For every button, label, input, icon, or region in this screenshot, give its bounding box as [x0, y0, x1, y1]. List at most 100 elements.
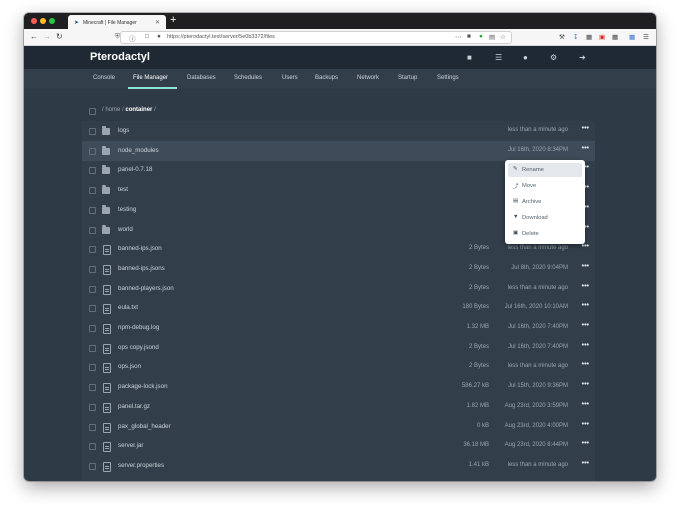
- row-checkbox[interactable]: [89, 423, 96, 431]
- file-name[interactable]: server.properties: [118, 462, 164, 469]
- file-row[interactable]: npm-debug.log 1.32 MB Jul 16th, 2020 7:40P…: [82, 318, 595, 338]
- file-name[interactable]: pax_global_header: [118, 423, 171, 430]
- file-name[interactable]: banned-players.json: [118, 285, 174, 292]
- file-name[interactable]: panel.tar.gz: [118, 403, 150, 410]
- row-checkbox[interactable]: [89, 462, 96, 470]
- row-checkbox[interactable]: [89, 167, 96, 175]
- extension-icon[interactable]: □: [145, 33, 149, 40]
- context-menu-archive[interactable]: ▤ Archive: [508, 195, 582, 209]
- zoom-window-button[interactable]: [49, 18, 55, 24]
- file-row[interactable]: banned-players.json 2 Bytes less than a mi…: [82, 279, 595, 299]
- info-icon[interactable]: ⓘ: [129, 33, 136, 43]
- row-checkbox[interactable]: [89, 364, 96, 372]
- translate-icon[interactable]: ▤: [489, 33, 495, 41]
- context-menu-download[interactable]: ▼ Download: [508, 211, 582, 225]
- minimize-window-button[interactable]: [40, 18, 46, 24]
- hamburger-menu-icon[interactable]: ☰: [643, 33, 649, 41]
- layers-icon[interactable]: ☰: [495, 53, 502, 62]
- file-name[interactable]: ops copy.jsond: [118, 344, 159, 351]
- row-checkbox[interactable]: [89, 325, 96, 332]
- breadcrumb-home[interactable]: home: [105, 107, 120, 113]
- context-menu-delete[interactable]: ▣ Delete: [508, 227, 582, 241]
- file-name[interactable]: package-lock.json: [118, 383, 168, 390]
- tab-databases[interactable]: Databases: [187, 75, 216, 81]
- reload-button[interactable]: ↻: [56, 32, 63, 42]
- row-checkbox[interactable]: [89, 246, 96, 254]
- row-checkbox[interactable]: [89, 384, 96, 392]
- download-toolbar-icon[interactable]: ↧: [573, 33, 578, 41]
- row-checkbox[interactable]: [89, 265, 96, 273]
- row-checkbox[interactable]: [89, 305, 96, 313]
- tools-icon[interactable]: ⚒: [559, 33, 565, 41]
- more-actions-icon[interactable]: •••: [582, 243, 589, 250]
- more-actions-icon[interactable]: •••: [582, 381, 589, 388]
- more-actions-icon[interactable]: •••: [582, 460, 589, 467]
- more-actions-icon[interactable]: •••: [582, 440, 589, 447]
- file-row[interactable]: ops.json 2 Bytes less than a minute ago •••: [82, 357, 595, 377]
- context-menu-move[interactable]: ⤴ Move: [508, 179, 582, 193]
- tab-backups[interactable]: Backups: [315, 75, 338, 81]
- file-row[interactable]: ops copy.jsond 2 Bytes Jul 16th, 2020 7:40…: [82, 338, 595, 358]
- file-name[interactable]: banned-ips.jsons: [118, 265, 165, 272]
- lock-icon[interactable]: ●: [157, 33, 161, 40]
- file-row[interactable]: pax_global_header 0 kB Aug 23rd, 2020 4:00…: [82, 417, 595, 437]
- file-row[interactable]: server.jar 36.18 MB Aug 23rd, 2020 8:44PM •…: [82, 436, 595, 456]
- file-name[interactable]: banned-ips.json: [118, 245, 162, 252]
- file-name[interactable]: logs: [118, 127, 129, 134]
- logout-icon[interactable]: ➜: [579, 53, 586, 62]
- file-name[interactable]: ops.json: [118, 363, 141, 370]
- account-icon[interactable]: ●: [523, 53, 528, 62]
- shield-icon[interactable]: ⛨: [115, 33, 120, 41]
- context-menu-rename[interactable]: ✎ Rename: [508, 163, 582, 177]
- select-all-checkbox[interactable]: [89, 108, 96, 115]
- app-logo[interactable]: Pterodactyl: [90, 51, 150, 63]
- row-checkbox[interactable]: [89, 285, 96, 293]
- addon-green-icon[interactable]: ●: [479, 33, 483, 40]
- grid-icon[interactable]: ▦: [612, 33, 618, 41]
- row-checkbox[interactable]: [89, 344, 96, 352]
- more-actions-icon[interactable]: •••: [582, 401, 589, 408]
- more-actions-icon[interactable]: •••: [582, 421, 589, 428]
- more-actions-icon[interactable]: •••: [582, 125, 589, 132]
- tab-users[interactable]: Users: [282, 75, 298, 81]
- file-name[interactable]: world: [118, 226, 133, 233]
- file-name[interactable]: testing: [118, 206, 136, 213]
- page-actions-icon[interactable]: ⋯: [455, 33, 462, 41]
- settings-gear-icon[interactable]: ⚙: [550, 53, 557, 62]
- tab-schedules[interactable]: Schedules: [234, 75, 262, 81]
- tab-settings[interactable]: Settings: [437, 75, 459, 81]
- row-checkbox[interactable]: [89, 403, 96, 411]
- file-row[interactable]: panel.tar.gz 1.82 MB Aug 23rd, 2020 3:59PM…: [82, 397, 595, 417]
- row-checkbox[interactable]: [89, 147, 96, 155]
- file-row[interactable]: banned-ips.jsons 2 Bytes Jul 8th, 2020 9:0…: [82, 259, 595, 279]
- extensions-icon[interactable]: ▩: [629, 33, 635, 41]
- screenshot-icon[interactable]: ▣: [599, 33, 605, 41]
- file-name[interactable]: eula.txt: [118, 304, 138, 311]
- tab-console[interactable]: Console: [93, 75, 115, 81]
- tab-startup[interactable]: Startup: [398, 75, 417, 81]
- file-name[interactable]: server.jar: [118, 442, 143, 449]
- more-actions-icon[interactable]: •••: [582, 302, 589, 309]
- more-actions-icon[interactable]: •••: [582, 342, 589, 349]
- library-icon[interactable]: ▦: [586, 33, 592, 41]
- file-name[interactable]: npm-debug.log: [118, 324, 159, 331]
- new-tab-button[interactable]: +: [170, 14, 176, 26]
- pocket-icon[interactable]: ■: [467, 33, 471, 40]
- url-text[interactable]: https://pterodactyl.test/server/5e0b3372…: [167, 34, 275, 40]
- forward-button[interactable]: →: [43, 32, 51, 42]
- file-name[interactable]: panel-0.7.18: [118, 166, 152, 173]
- row-checkbox[interactable]: [89, 128, 96, 135]
- file-row[interactable]: server.properties 1.41 kB less than a minu…: [82, 456, 595, 476]
- file-name[interactable]: test: [118, 186, 128, 193]
- tab-close-icon[interactable]: ✕: [155, 19, 160, 26]
- close-window-button[interactable]: [31, 18, 37, 24]
- folder-row[interactable]: node_modules Jul 16th, 2020 8:34PM •••: [82, 140, 595, 161]
- more-actions-icon[interactable]: •••: [582, 283, 589, 290]
- row-checkbox[interactable]: [89, 226, 96, 234]
- more-actions-icon[interactable]: •••: [582, 322, 589, 329]
- file-row[interactable]: package-lock.json 586.27 kB Jul 15th, 2020…: [82, 377, 595, 397]
- row-checkbox[interactable]: [89, 187, 96, 195]
- file-name[interactable]: node_modules: [118, 147, 159, 154]
- tab-network[interactable]: Network: [357, 75, 379, 81]
- address-bar[interactable]: ⛨ ⓘ □ ● https://pterodactyl.test/server/…: [115, 31, 512, 44]
